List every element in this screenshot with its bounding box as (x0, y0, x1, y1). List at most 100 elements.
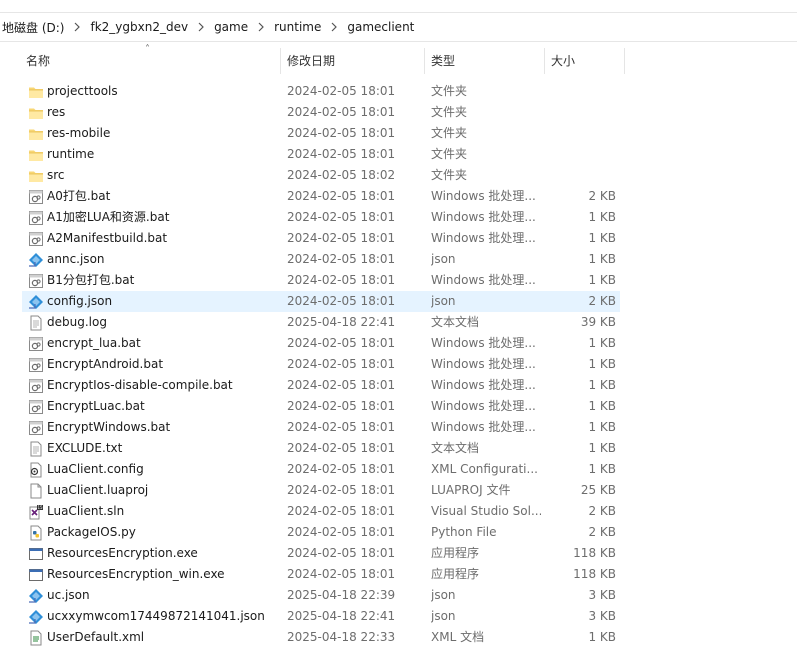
file-name[interactable]: ResourcesEncryption_win.exe (47, 564, 282, 585)
batch-file-icon (28, 378, 44, 394)
file-size: 1 KB (588, 273, 616, 287)
file-name[interactable]: annc.json (47, 249, 282, 270)
breadcrumb-item-gameclient[interactable]: gameclient (345, 20, 416, 34)
file-name[interactable]: A2Manifestbuild.bat (47, 228, 282, 249)
file-name[interactable]: LuaClient.sln (47, 501, 282, 522)
breadcrumb-item-project[interactable]: fk2_ygbxn2_dev (88, 20, 190, 34)
file-row[interactable]: LuaClient.luaproj 2024-02-05 18:01 LUAPROJ… (22, 480, 620, 501)
file-name[interactable]: uc.json (47, 585, 282, 606)
file-row[interactable]: A2Manifestbuild.bat 2024-02-05 18:01 Windo… (22, 228, 620, 249)
file-name[interactable]: A1加密LUA和资源.bat (47, 207, 282, 228)
file-name[interactable]: projecttools (47, 81, 282, 102)
file-name[interactable]: EncryptAndroid.bat (47, 354, 282, 375)
column-header-size[interactable]: 大小 (551, 48, 575, 74)
file-modified-date: 2025-04-18 22:39 (287, 588, 396, 602)
file-row[interactable]: LuaClient.config 2024-02-05 18:01 XML Conf… (22, 459, 620, 480)
file-size: 1 KB (588, 630, 616, 644)
file-row[interactable]: PackageIOS.py 2024-02-05 18:01 Python File… (22, 522, 620, 543)
file-modified-date: 2024-02-05 18:01 (287, 462, 396, 476)
file-type: 文件夹 (431, 168, 468, 182)
file-row[interactable]: src 2024-02-05 18:02 文件夹 (22, 165, 620, 186)
file-name[interactable]: UserDefault.xml (47, 627, 282, 648)
file-name[interactable]: config.json (47, 291, 282, 312)
breadcrumb-item-game[interactable]: game (212, 20, 250, 34)
file-size: 2 KB (588, 525, 616, 539)
file-name[interactable]: debug.log (47, 312, 282, 333)
file-row[interactable]: config.json 2024-02-05 18:01 json 2 KB (22, 291, 620, 312)
file-name[interactable]: B1分包打包.bat (47, 270, 282, 291)
file-row[interactable]: EncryptWindows.bat 2024-02-05 18:01 Window… (22, 417, 620, 438)
file-modified-date: 2025-04-18 22:41 (287, 609, 396, 623)
file-type: Python File (431, 525, 497, 539)
file-row[interactable]: 15 LuaClient.sln 2024-02-05 18:01 Visual St… (22, 501, 620, 522)
file-name[interactable]: res (47, 102, 282, 123)
breadcrumb-item-drive[interactable]: 地磁盘 (D:) (0, 19, 66, 36)
file-modified-date: 2024-02-05 18:01 (287, 189, 396, 203)
sort-ascending-icon: ˄ (145, 44, 150, 55)
column-divider[interactable] (424, 48, 425, 74)
file-row[interactable]: projecttools 2024-02-05 18:01 文件夹 (22, 81, 620, 102)
file-row[interactable]: encrypt_lua.bat 2024-02-05 18:01 Windows 批… (22, 333, 620, 354)
file-type: 应用程序 (431, 567, 480, 581)
file-name[interactable]: ucxxymwcom17449872141041.json (47, 606, 282, 627)
file-row[interactable]: ResourcesEncryption.exe 2024-02-05 18:01 应… (22, 543, 620, 564)
file-row[interactable]: EncryptAndroid.bat 2024-02-05 18:01 Window… (22, 354, 620, 375)
file-size: 1 KB (588, 336, 616, 350)
file-name[interactable]: PackageIOS.py (47, 522, 282, 543)
file-name[interactable]: res-mobile (47, 123, 282, 144)
text-file-icon (28, 315, 44, 331)
breadcrumb[interactable]: 地磁盘 (D:) fk2_ygbxn2_dev game runtime gam… (0, 13, 797, 42)
file-modified-date: 2024-02-05 18:01 (287, 336, 396, 350)
file-row[interactable]: A1加密LUA和资源.bat 2024-02-05 18:01 Windows 批处… (22, 207, 620, 228)
file-row[interactable]: A0打包.bat 2024-02-05 18:01 Windows 批处理... 2 … (22, 186, 620, 207)
visual-studio-solution-icon: 15 (28, 504, 44, 520)
chevron-right-icon[interactable] (250, 22, 272, 32)
file-row[interactable]: uc.json 2025-04-18 22:39 json 3 KB (22, 585, 620, 606)
file-type: Windows 批处理... (431, 210, 536, 224)
file-row[interactable]: EncryptLuac.bat 2024-02-05 18:01 Windows 批… (22, 396, 620, 417)
file-name[interactable]: EXCLUDE.txt (47, 438, 282, 459)
file-size: 1 KB (588, 399, 616, 413)
file-row[interactable]: UserDefault.xml 2025-04-18 22:33 XML 文档 1 K… (22, 627, 620, 648)
file-row[interactable]: EncryptIos-disable-compile.bat 2024-02-05… (22, 375, 620, 396)
chevron-right-icon[interactable] (323, 22, 345, 32)
file-type: LUAPROJ 文件 (431, 483, 511, 497)
column-header-type[interactable]: 类型 (431, 48, 455, 74)
folder-icon (28, 126, 44, 142)
chevron-right-icon[interactable] (66, 22, 88, 32)
text-file-icon (28, 441, 44, 457)
file-row[interactable]: ResourcesEncryption_win.exe 2024-02-05 18… (22, 564, 620, 585)
file-name[interactable]: runtime (47, 144, 282, 165)
breadcrumb-item-runtime[interactable]: runtime (272, 20, 323, 34)
file-name[interactable]: ResourcesEncryption.exe (47, 543, 282, 564)
file-row[interactable]: res-mobile 2024-02-05 18:01 文件夹 (22, 123, 620, 144)
file-size: 2 KB (588, 294, 616, 308)
file-name[interactable]: LuaClient.config (47, 459, 282, 480)
file-row[interactable]: ucxxymwcom17449872141041.json 2025-04-18 … (22, 606, 620, 627)
column-header-date[interactable]: 修改日期 (287, 48, 335, 74)
file-row[interactable]: B1分包打包.bat 2024-02-05 18:01 Windows 批处理...… (22, 270, 620, 291)
file-name[interactable]: encrypt_lua.bat (47, 333, 282, 354)
file-row[interactable]: annc.json 2024-02-05 18:01 json 1 KB (22, 249, 620, 270)
column-divider[interactable] (544, 48, 545, 74)
file-modified-date: 2024-02-05 18:01 (287, 378, 396, 392)
file-size: 118 KB (573, 567, 616, 581)
column-header-name[interactable]: 名称 (26, 48, 50, 74)
column-divider[interactable] (280, 48, 281, 74)
file-type: 文本文档 (431, 315, 480, 329)
file-row[interactable]: runtime 2024-02-05 18:01 文件夹 (22, 144, 620, 165)
file-name[interactable]: EncryptLuac.bat (47, 396, 282, 417)
file-row[interactable]: EXCLUDE.txt 2024-02-05 18:01 文本文档 1 KB (22, 438, 620, 459)
file-type: XML Configurati... (431, 462, 538, 476)
file-name[interactable]: src (47, 165, 282, 186)
file-row[interactable]: res 2024-02-05 18:01 文件夹 (22, 102, 620, 123)
file-name[interactable]: EncryptWindows.bat (47, 417, 282, 438)
file-name[interactable]: EncryptIos-disable-compile.bat (47, 375, 282, 396)
chevron-right-icon[interactable] (190, 22, 212, 32)
file-name[interactable]: LuaClient.luaproj (47, 480, 282, 501)
file-row[interactable]: debug.log 2025-04-18 22:41 文本文档 39 KB (22, 312, 620, 333)
column-divider[interactable] (624, 48, 625, 74)
file-size (542, 81, 616, 102)
file-name[interactable]: A0打包.bat (47, 186, 282, 207)
file-type: 文件夹 (431, 105, 468, 119)
